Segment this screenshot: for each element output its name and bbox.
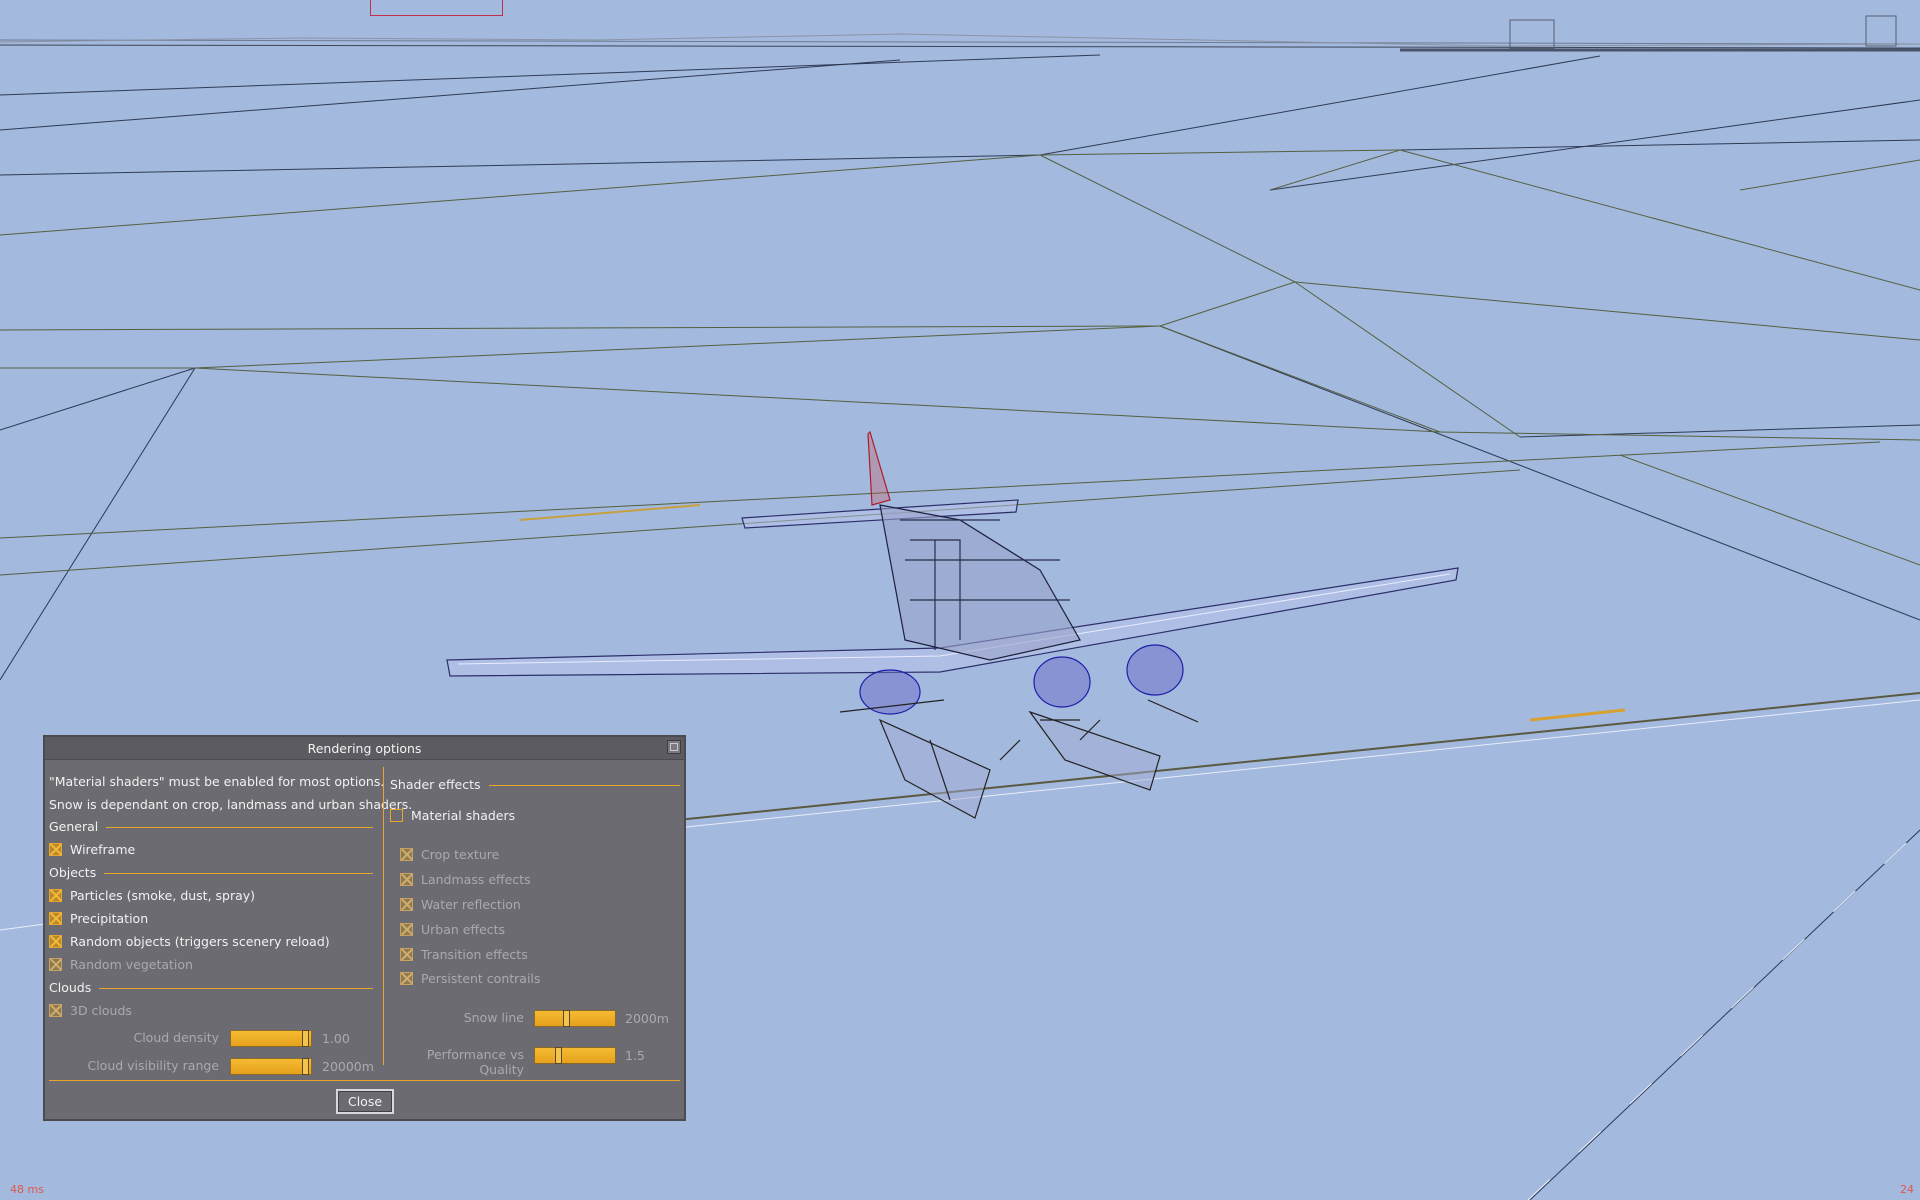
random-objects-checkbox[interactable]	[49, 935, 62, 948]
wireframe-checkbox[interactable]	[49, 843, 62, 856]
close-button[interactable]: Close	[336, 1089, 394, 1114]
clouds-3d-checkbox	[49, 1004, 62, 1017]
wireframe-option[interactable]: Wireframe	[49, 842, 135, 858]
water-reflection-checkbox	[400, 898, 413, 911]
random-vegetation-checkbox	[49, 958, 62, 971]
particles-checkbox[interactable]	[49, 889, 62, 902]
clouds-heading: Clouds	[49, 980, 373, 996]
crop-texture-option: Crop texture	[400, 847, 499, 863]
cloud-density-slider[interactable]	[230, 1030, 312, 1047]
transition-effects-option: Transition effects	[400, 947, 528, 963]
note-material-shaders: "Material shaders" must be enabled for m…	[49, 774, 385, 789]
dialog-title: Rendering options	[307, 740, 422, 756]
water-reflection-label: Water reflection	[421, 897, 521, 912]
random-objects-label: Random objects (triggers scenery reload)	[70, 934, 330, 949]
objects-heading: Objects	[49, 865, 373, 881]
precipitation-label: Precipitation	[70, 911, 149, 926]
random-vegetation-label: Random vegetation	[70, 957, 193, 972]
clouds-3d-option: 3D clouds	[49, 1003, 132, 1019]
selection-marker	[370, 0, 503, 16]
snow-line-label: Snow line	[463, 1010, 524, 1025]
landmass-effects-checkbox	[400, 873, 413, 886]
transition-effects-checkbox	[400, 948, 413, 961]
material-shaders-label: Material shaders	[411, 808, 516, 823]
cloud-visibility-slider[interactable]	[230, 1058, 312, 1075]
frame-time-readout: 48 ms	[10, 1183, 44, 1196]
particles-option[interactable]: Particles (smoke, dust, spray)	[49, 888, 255, 904]
cloud-visibility-value: 20000m	[322, 1059, 374, 1074]
performance-value: 1.5	[625, 1048, 645, 1063]
general-heading: General	[49, 819, 373, 835]
cloud-density-value: 1.00	[322, 1031, 350, 1046]
water-reflection-option: Water reflection	[400, 897, 521, 913]
dialog-titlebar[interactable]: Rendering options	[45, 737, 684, 760]
performance-label: Performance vs Quality	[426, 1047, 524, 1077]
precipitation-checkbox[interactable]	[49, 912, 62, 925]
slider-thumb[interactable]	[302, 1030, 309, 1047]
slider-thumb[interactable]	[302, 1058, 309, 1075]
column-divider	[383, 767, 384, 1065]
crop-texture-checkbox	[400, 848, 413, 861]
urban-effects-option: Urban effects	[400, 922, 505, 938]
performance-slider[interactable]	[534, 1047, 616, 1064]
persistent-contrails-checkbox	[400, 972, 413, 985]
persistent-contrails-option: Persistent contrails	[400, 971, 540, 987]
cloud-density-label: Cloud density	[133, 1030, 219, 1045]
urban-effects-label: Urban effects	[421, 922, 506, 937]
material-shaders-checkbox[interactable]	[390, 809, 403, 822]
particles-label: Particles (smoke, dust, spray)	[70, 888, 256, 903]
precipitation-option[interactable]: Precipitation	[49, 911, 148, 927]
snow-line-value: 2000m	[625, 1011, 669, 1026]
horizon	[0, 15, 1920, 52]
slider-thumb[interactable]	[563, 1010, 570, 1027]
landmass-effects-label: Landmass effects	[421, 872, 531, 887]
urban-effects-checkbox	[400, 923, 413, 936]
slider-thumb[interactable]	[555, 1047, 562, 1064]
footer-separator	[49, 1080, 680, 1081]
persistent-contrails-label: Persistent contrails	[421, 971, 541, 986]
landmass-effects-option: Landmass effects	[400, 872, 531, 888]
wireframe-label: Wireframe	[70, 842, 136, 857]
snow-line-slider[interactable]	[534, 1010, 616, 1027]
random-objects-option[interactable]: Random objects (triggers scenery reload)	[49, 934, 330, 950]
shader-effects-heading: Shader effects	[390, 777, 680, 793]
material-shaders-option[interactable]: Material shaders	[390, 808, 515, 824]
transition-effects-label: Transition effects	[421, 947, 528, 962]
frame-rate-readout: 24	[1900, 1183, 1914, 1196]
random-vegetation-option: Random vegetation	[49, 957, 193, 973]
window-close-icon[interactable]	[667, 740, 681, 754]
clouds-3d-label: 3D clouds	[70, 1003, 132, 1018]
crop-texture-label: Crop texture	[421, 847, 500, 862]
rendering-options-dialog: Rendering options "Material shaders" mus…	[43, 735, 686, 1121]
cloud-visibility-label: Cloud visibility range	[87, 1058, 219, 1073]
note-snow: Snow is dependant on crop, landmass and …	[49, 797, 413, 812]
